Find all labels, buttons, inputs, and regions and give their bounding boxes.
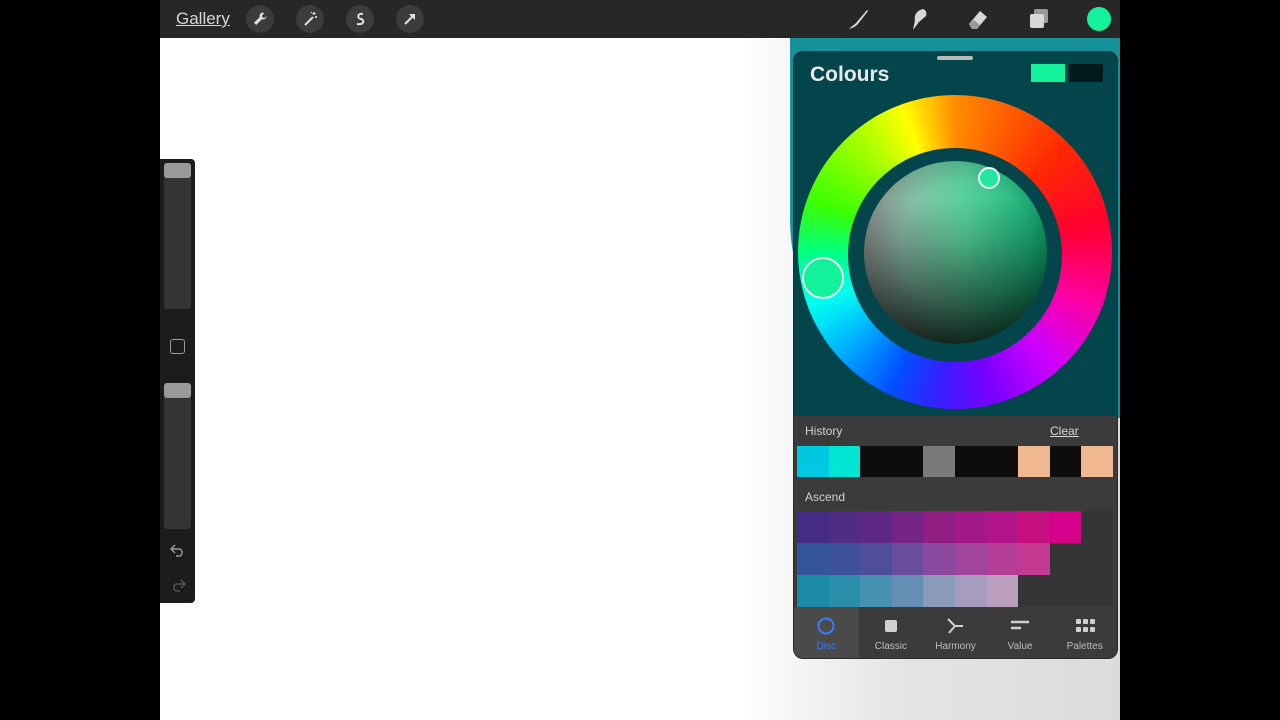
canvas-area[interactable]: Gallery Colours History Clear Ascend Dis… — [160, 0, 1120, 720]
history-swatch[interactable] — [1018, 446, 1050, 477]
history-swatch[interactable] — [1081, 446, 1113, 477]
panel-title: Colours — [810, 63, 890, 86]
saturation-knob[interactable] — [978, 167, 1000, 189]
tab-palettes[interactable]: Palettes — [1052, 607, 1117, 658]
palette-swatch[interactable] — [986, 575, 1019, 607]
primary-color-swatch[interactable] — [1031, 64, 1065, 82]
colours-panel: Colours History Clear Ascend Disc Classic… — [793, 51, 1118, 659]
history-swatch[interactable] — [891, 446, 924, 477]
tab-label: Disc — [816, 641, 837, 652]
history-swatches — [797, 446, 1113, 477]
palette-swatch[interactable] — [891, 543, 924, 575]
redo-icon[interactable] — [170, 578, 186, 597]
palette-grid — [797, 511, 1113, 607]
top-toolbar: Gallery — [160, 0, 1120, 38]
palette-swatch[interactable] — [891, 511, 924, 543]
tab-harmony[interactable]: Harmony — [923, 607, 988, 658]
history-header: History Clear — [794, 416, 1117, 446]
brush-size-slider[interactable] — [164, 163, 191, 309]
palette-swatch[interactable] — [1018, 511, 1050, 543]
left-sidebar — [160, 159, 195, 603]
palette-swatch[interactable] — [1018, 543, 1050, 575]
tab-label: Harmony — [935, 641, 976, 652]
secondary-color-swatch[interactable] — [1069, 64, 1103, 82]
palette-swatch[interactable] — [828, 575, 861, 607]
clear-history-button[interactable]: Clear — [1050, 424, 1079, 438]
palette-swatch[interactable] — [1049, 511, 1082, 543]
hue-knob[interactable] — [802, 257, 844, 299]
colour-disc-area: Colours — [794, 52, 1117, 416]
palette-swatch[interactable] — [797, 575, 829, 607]
palette-swatch[interactable] — [828, 543, 861, 575]
palette-swatch[interactable] — [797, 511, 829, 543]
colour-mode-tabs: Disc Classic Harmony Value Palettes — [794, 607, 1117, 658]
tab-label: Classic — [874, 641, 907, 652]
history-swatch[interactable] — [923, 446, 955, 477]
tab-disc[interactable]: Disc — [794, 607, 859, 658]
opacity-thumb[interactable] — [164, 383, 191, 398]
palette-swatch[interactable] — [923, 575, 955, 607]
palette-swatch[interactable] — [860, 511, 892, 543]
brush-size-thumb[interactable] — [164, 163, 191, 178]
disc-icon — [816, 616, 836, 641]
palette-swatch[interactable] — [923, 511, 955, 543]
transform-arrow-icon[interactable] — [396, 5, 424, 33]
palettes-icon — [1074, 616, 1096, 641]
palette-row — [797, 511, 1082, 543]
palette-swatch[interactable] — [986, 511, 1019, 543]
history-swatch[interactable] — [954, 446, 987, 477]
palette-row — [797, 543, 1050, 575]
saturation-disc[interactable] — [864, 161, 1047, 344]
magic-wand-icon[interactable] — [296, 5, 324, 33]
panel-grabber[interactable] — [937, 56, 973, 60]
gallery-link[interactable]: Gallery — [176, 9, 230, 29]
palette-swatch[interactable] — [954, 575, 987, 607]
history-swatch[interactable] — [860, 446, 892, 477]
tab-label: Value — [1007, 641, 1033, 652]
undo-icon[interactable] — [170, 543, 186, 562]
tab-label: Palettes — [1066, 641, 1103, 652]
palette-swatch[interactable] — [828, 511, 861, 543]
classic-icon — [881, 616, 901, 641]
history-swatch[interactable] — [986, 446, 1019, 477]
history-swatch[interactable] — [828, 446, 861, 477]
history-swatch[interactable] — [797, 446, 829, 477]
history-swatch[interactable] — [1049, 446, 1082, 477]
value-icon — [1009, 616, 1031, 641]
current-color-button[interactable] — [1087, 7, 1111, 31]
tab-classic[interactable]: Classic — [859, 607, 924, 658]
palette-swatch[interactable] — [986, 543, 1019, 575]
palette-swatch[interactable] — [891, 575, 924, 607]
brush-icon[interactable] — [845, 6, 871, 32]
layers-icon[interactable] — [1026, 6, 1052, 32]
harmony-icon — [945, 616, 965, 641]
palette-swatch[interactable] — [954, 543, 987, 575]
palette-name: Ascend — [805, 490, 846, 504]
eraser-icon[interactable] — [965, 6, 991, 32]
palette-swatch[interactable] — [923, 543, 955, 575]
palette-row — [797, 575, 1019, 607]
modify-button[interactable] — [170, 339, 185, 354]
palette-swatch[interactable] — [860, 543, 892, 575]
palette-swatch[interactable] — [954, 511, 987, 543]
palette-swatch[interactable] — [860, 575, 892, 607]
palette-swatch[interactable] — [797, 543, 829, 575]
opacity-slider[interactable] — [164, 383, 191, 529]
history-label: History — [805, 424, 843, 438]
tab-value[interactable]: Value — [988, 607, 1053, 658]
smudge-icon[interactable] — [905, 6, 931, 32]
wrench-icon[interactable] — [246, 5, 274, 33]
selection-icon[interactable] — [346, 5, 374, 33]
